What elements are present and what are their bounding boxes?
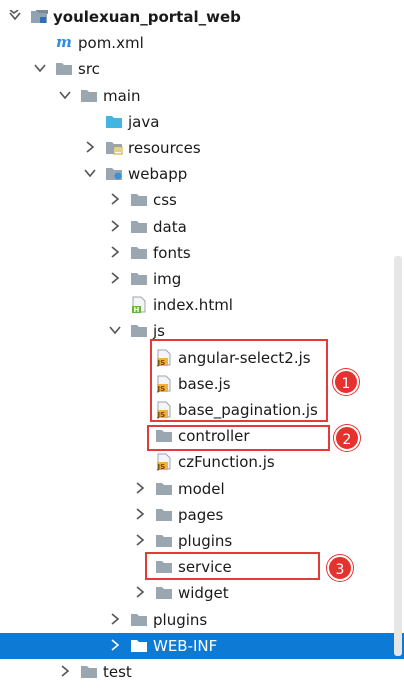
chevron-right-icon[interactable] xyxy=(108,271,122,285)
tree-row-src[interactable]: src xyxy=(0,56,404,82)
chevron-right-icon[interactable] xyxy=(108,612,122,626)
tree-row-model[interactable]: model xyxy=(0,476,404,502)
folder-icon xyxy=(80,87,98,103)
tree-row-youlexuan-portal-web[interactable]: youlexuan_portal_web xyxy=(0,4,404,30)
folder-icon xyxy=(130,218,148,234)
tree-row-data[interactable]: data xyxy=(0,214,404,240)
tree-item-label: pom.xml xyxy=(78,34,144,52)
maven-m-icon: m xyxy=(55,33,73,51)
chevron-right-icon[interactable] xyxy=(133,585,147,599)
folder-icon xyxy=(155,532,173,548)
tree-item-label: js xyxy=(153,322,165,340)
chevron-down-icon[interactable] xyxy=(83,166,97,180)
tree-item-label: czFunction.js xyxy=(178,453,275,471)
svg-text:JS: JS xyxy=(157,463,166,471)
tree-item-label: java xyxy=(128,113,160,131)
vertical-scrollbar[interactable] xyxy=(394,256,402,656)
annotation-badge-1: 1 xyxy=(333,369,359,395)
tree-item-label: main xyxy=(103,87,141,105)
tree-item-label: index.html xyxy=(153,296,233,314)
tree-item-label: data xyxy=(153,218,187,236)
chevron-right-icon[interactable] xyxy=(108,219,122,233)
tree-row-czfunction-js[interactable]: JS czFunction.js xyxy=(0,449,404,475)
tree-row-pom-xml[interactable]: m pom.xml xyxy=(0,30,404,56)
folder-icon xyxy=(80,663,98,679)
tree-row-fonts[interactable]: fonts xyxy=(0,240,404,266)
module-folder-icon xyxy=(30,8,48,24)
tree-item-label: css xyxy=(153,191,177,209)
tree-item-label: img xyxy=(153,270,182,288)
tree-row-webapp[interactable]: webapp xyxy=(0,161,404,187)
annotation-box-2 xyxy=(147,425,330,451)
folder-icon xyxy=(130,191,148,207)
tree-item-label: widget xyxy=(178,584,229,602)
tree-row-plugins[interactable]: plugins xyxy=(0,607,404,633)
annotation-badge-2: 2 xyxy=(334,425,360,451)
js-file-icon: JS xyxy=(155,453,173,471)
tree-item-label: pages xyxy=(178,506,224,524)
folder-icon xyxy=(130,270,148,286)
tree-item-label: test xyxy=(103,663,132,681)
chevron-right-icon[interactable] xyxy=(83,140,97,154)
resources-folder-icon xyxy=(105,139,123,155)
chevron-right-icon[interactable] xyxy=(133,533,147,547)
tree-row-main[interactable]: main xyxy=(0,83,404,109)
tree-row-pages[interactable]: pages xyxy=(0,502,404,528)
watermark: CSDN @Daniel521-Spark xyxy=(170,658,358,676)
chevron-right-icon[interactable] xyxy=(108,192,122,206)
chevron-down-icon[interactable] xyxy=(108,323,122,337)
tree-row-index-html[interactable]: Hindex.html xyxy=(0,292,404,318)
folder-icon xyxy=(130,244,148,260)
annotation-box-3 xyxy=(145,552,320,580)
tree-row-plugins[interactable]: plugins xyxy=(0,528,404,554)
chevron-down-icon[interactable] xyxy=(8,9,22,23)
chevron-right-icon[interactable] xyxy=(133,481,147,495)
tree-item-label: fonts xyxy=(153,244,191,262)
folder-icon xyxy=(155,584,173,600)
tree-item-label: model xyxy=(178,480,225,498)
web-folder-icon xyxy=(105,165,123,181)
chevron-down-icon[interactable] xyxy=(33,61,47,75)
folder-icon xyxy=(130,637,148,653)
tree-item-label: youlexuan_portal_web xyxy=(53,8,241,26)
tree-row-resources[interactable]: resources xyxy=(0,135,404,161)
chevron-right-icon[interactable] xyxy=(108,638,122,652)
tree-item-label: WEB-INF xyxy=(153,637,218,655)
chevron-right-icon[interactable] xyxy=(133,507,147,521)
tree-item-label: webapp xyxy=(128,165,188,183)
tree-row-css[interactable]: css xyxy=(0,187,404,213)
folder-icon xyxy=(55,60,73,76)
tree-row-java[interactable]: java xyxy=(0,109,404,135)
tree-item-label: plugins xyxy=(153,611,208,629)
tree-item-label: src xyxy=(78,60,100,78)
tree-row-img[interactable]: img xyxy=(0,266,404,292)
chevron-right-icon[interactable] xyxy=(108,245,122,259)
folder-icon xyxy=(130,611,148,627)
folder-icon xyxy=(155,506,173,522)
svg-text:m: m xyxy=(56,34,72,50)
folder-icon xyxy=(130,322,148,338)
html-file-icon: H xyxy=(130,296,148,314)
annotation-badge-3: 3 xyxy=(327,555,353,581)
tree-row-widget[interactable]: widget xyxy=(0,580,404,606)
tree-item-label: resources xyxy=(128,139,201,157)
chevron-down-icon[interactable] xyxy=(58,88,72,102)
tree-row-web-inf[interactable]: WEB-INF xyxy=(0,633,404,659)
tree-item-label: plugins xyxy=(178,532,233,550)
folder-icon xyxy=(155,480,173,496)
chevron-right-icon[interactable] xyxy=(58,664,72,678)
svg-text:H: H xyxy=(134,306,140,314)
source-folder-icon xyxy=(105,113,123,129)
annotation-box-1 xyxy=(150,339,328,422)
